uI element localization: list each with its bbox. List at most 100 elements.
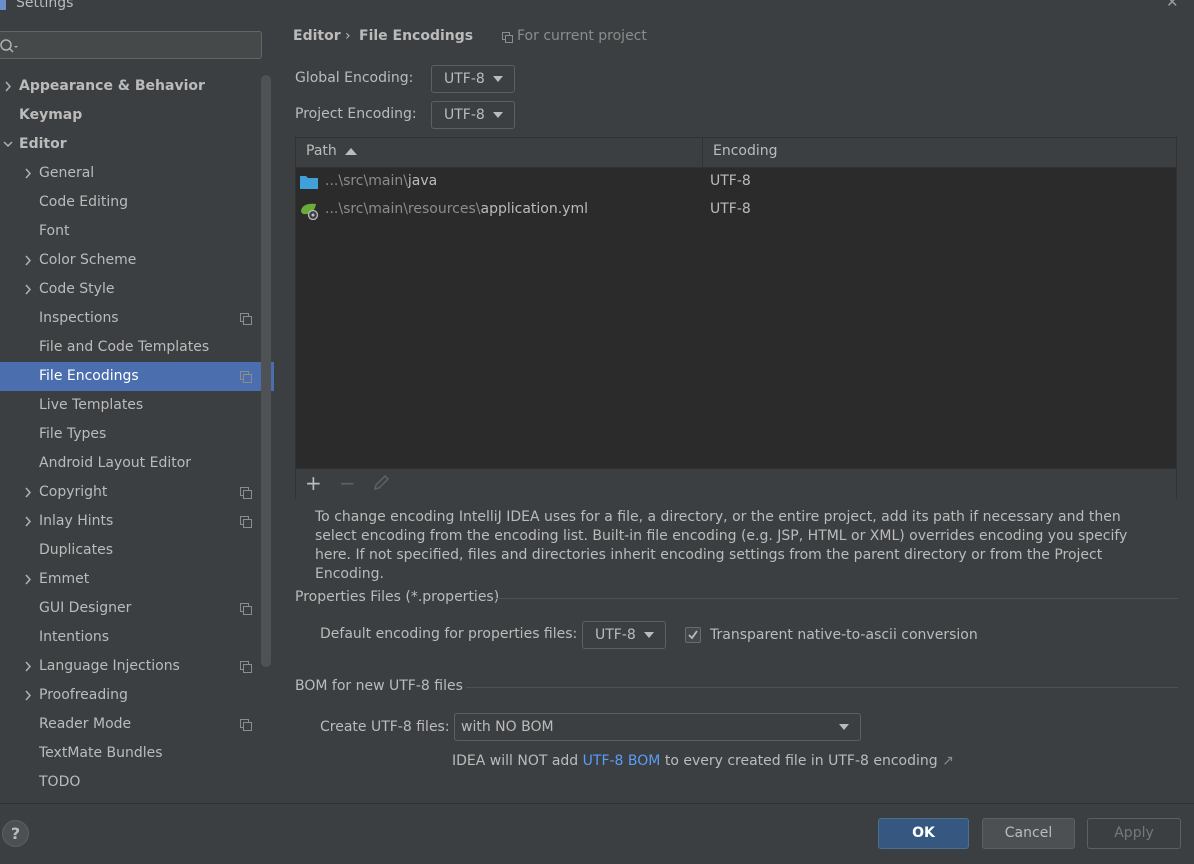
path-prefix: ...\src\main\resources\ [325, 201, 481, 217]
sidebar-item-label: Copyright [39, 484, 108, 500]
sidebar-item[interactable]: TODO [0, 768, 261, 797]
chevron-right-icon[interactable] [22, 159, 36, 188]
section-divider [495, 598, 1178, 599]
sidebar-item[interactable]: Appearance & Behavior [0, 72, 261, 101]
project-scope-icon [240, 313, 252, 325]
sidebar-item-label: Android Layout Editor [39, 455, 192, 471]
transparent-conversion-label[interactable]: Transparent native-to-ascii conversion [710, 627, 978, 643]
row-encoding[interactable]: UTF-8 [710, 173, 751, 189]
utf8-bom-link[interactable]: UTF-8 BOM [583, 753, 661, 769]
add-path-button[interactable]: + [305, 473, 322, 493]
sidebar-item[interactable]: TextMate Bundles [0, 739, 261, 768]
column-header-path[interactable]: Path [306, 143, 337, 159]
chevron-down-icon [493, 112, 503, 118]
sidebar-item[interactable]: Editor [0, 130, 261, 159]
sidebar-item[interactable]: Color Scheme [0, 246, 261, 275]
project-scope-icon [240, 371, 252, 383]
sidebar-item[interactable]: Inlay Hints [0, 507, 261, 536]
global-encoding-value: UTF-8 [444, 71, 485, 87]
chevron-down-icon [644, 632, 654, 638]
sidebar-item-label: Emmet [39, 571, 90, 587]
chevron-right-icon[interactable] [2, 72, 16, 101]
table-toolbar [296, 468, 1176, 499]
sidebar-item-label: File Encodings [39, 368, 139, 384]
sidebar-item-label: Keymap [19, 107, 83, 123]
project-scope-icon [240, 719, 252, 731]
ok-button[interactable]: OK [878, 818, 969, 849]
app-icon [0, 0, 6, 10]
sidebar-item[interactable]: Copyright [0, 478, 261, 507]
sidebar-item-label: Duplicates [39, 542, 113, 558]
row-path: ...\src\main\java [325, 173, 437, 189]
sidebar-item[interactable]: Android Layout Editor [0, 449, 261, 478]
global-encoding-select[interactable]: UTF-8 [431, 65, 515, 93]
sidebar-item[interactable]: Code Style [0, 275, 261, 304]
sidebar-item-label: TODO [39, 774, 81, 790]
column-divider[interactable] [702, 138, 703, 167]
apply-button[interactable]: Apply [1087, 818, 1181, 849]
chevron-right-icon[interactable] [22, 275, 36, 304]
help-button[interactable]: ? [2, 820, 29, 847]
properties-section-title: Properties Files (*.properties) [295, 589, 500, 605]
chevron-right-icon[interactable] [22, 565, 36, 594]
search-icon[interactable] [0, 37, 18, 55]
sidebar-item[interactable]: Duplicates [0, 536, 261, 565]
sidebar-item[interactable]: Font [0, 217, 261, 246]
sidebar-item[interactable]: Inspections [0, 304, 261, 333]
sidebar-item[interactable]: GUI Designer [0, 594, 261, 623]
column-header-encoding[interactable]: Encoding [713, 143, 778, 159]
page-title: File Encodings [359, 28, 474, 44]
create-utf8-label: Create UTF-8 files: [320, 719, 450, 735]
bom-section-title: BOM for new UTF-8 files [295, 678, 463, 694]
sidebar-item[interactable]: Live Templates [0, 391, 261, 420]
project-scope-icon [240, 487, 252, 499]
chevron-right-icon[interactable] [22, 652, 36, 681]
create-utf8-select[interactable]: with NO BOM [454, 713, 861, 741]
bom-note-suffix: to every created file in UTF-8 encoding [660, 753, 938, 769]
sidebar-item-label: Code Editing [39, 194, 129, 210]
sidebar-item-label: Reader Mode [39, 716, 132, 732]
folder-icon [300, 176, 318, 189]
sidebar-item[interactable]: General [0, 159, 261, 188]
close-icon[interactable]: ✕ [1166, 0, 1179, 11]
breadcrumb-parent[interactable]: Editor [293, 28, 341, 44]
sidebar-item[interactable]: Reader Mode [0, 710, 261, 739]
sidebar-item[interactable]: File and Code Templates [0, 333, 261, 362]
row-encoding[interactable]: UTF-8 [710, 201, 751, 217]
sidebar-item[interactable]: Emmet [0, 565, 261, 594]
chevron-right-icon[interactable] [22, 246, 36, 275]
sidebar-item-label: Font [39, 223, 70, 239]
chevron-down-icon[interactable] [2, 130, 16, 159]
sort-ascending-icon [345, 148, 357, 155]
project-encoding-value: UTF-8 [444, 107, 485, 123]
sidebar-item[interactable]: Language Injections [0, 652, 261, 681]
sidebar-item-label: Proofreading [39, 687, 128, 703]
sidebar-scrollbar[interactable] [261, 75, 271, 667]
properties-encoding-label: Default encoding for properties files: [320, 626, 578, 642]
sidebar-item-label: Inspections [39, 310, 119, 326]
sidebar-item-label: Inlay Hints [39, 513, 114, 529]
project-encoding-label: Project Encoding: [295, 106, 417, 122]
remove-path-button[interactable]: − [339, 473, 356, 493]
project-encoding-select[interactable]: UTF-8 [431, 101, 515, 129]
properties-encoding-select[interactable]: UTF-8 [582, 621, 666, 649]
chevron-right-icon[interactable] [22, 478, 36, 507]
project-scope-icon [240, 661, 252, 673]
sidebar-item-label: Editor [19, 136, 67, 152]
chevron-right-icon[interactable] [22, 681, 36, 710]
sidebar-item[interactable]: File Types [0, 420, 261, 449]
edit-pencil-icon[interactable] [372, 474, 390, 492]
sidebar-item[interactable]: Proofreading [0, 681, 261, 710]
sidebar-item-label: File Types [39, 426, 107, 442]
chevron-right-icon[interactable] [22, 507, 36, 536]
cancel-button[interactable]: Cancel [982, 818, 1075, 849]
sidebar-item[interactable]: Intentions [0, 623, 261, 652]
sidebar-item[interactable]: Keymap [0, 101, 261, 130]
sidebar-item[interactable]: File Encodings [0, 362, 274, 391]
sidebar-item[interactable]: Code Editing [0, 188, 261, 217]
breadcrumb-separator: › [345, 28, 351, 44]
sidebar-item-label: Color Scheme [39, 252, 137, 268]
path-prefix: ...\src\main\ [325, 173, 408, 189]
transparent-conversion-checkbox[interactable] [685, 627, 701, 643]
search-input[interactable] [0, 31, 262, 59]
